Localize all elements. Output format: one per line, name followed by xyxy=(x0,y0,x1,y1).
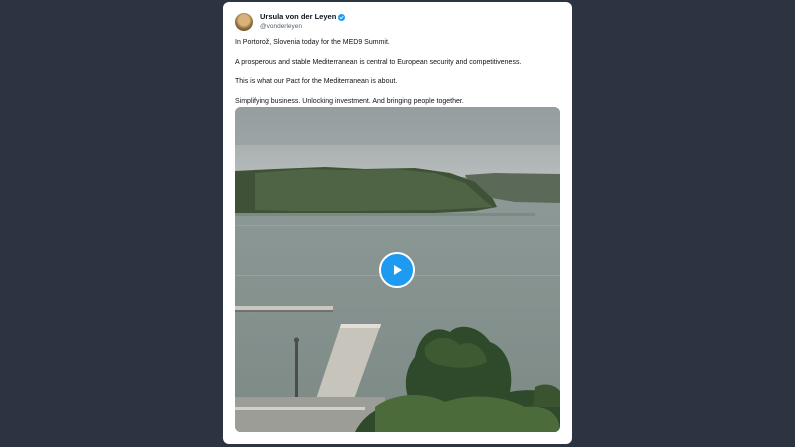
tweet-card[interactable]: Ursula von der Leyen @vonderleyen In Por… xyxy=(223,2,572,444)
author-handle[interactable]: @vonderleyen xyxy=(260,22,345,32)
verified-badge-icon xyxy=(338,13,346,21)
tweet-paragraph: In Portorož, Slovenia today for the MED9… xyxy=(235,39,390,46)
tweet-header: Ursula von der Leyen @vonderleyen xyxy=(235,12,346,32)
play-button[interactable] xyxy=(379,252,415,288)
video-player[interactable] xyxy=(235,107,560,432)
tweet-paragraph: A prosperous and stable Mediterranean is… xyxy=(235,58,522,66)
tweet-paragraph: This is what our Pact for the Mediterran… xyxy=(235,78,398,85)
author-display-name[interactable]: Ursula von der Leyen xyxy=(260,12,336,22)
author-block: Ursula von der Leyen @vonderleyen xyxy=(260,12,346,32)
tweet-text: In Portorož, Slovenia today for the MED9… xyxy=(235,39,560,117)
avatar[interactable] xyxy=(235,13,253,31)
tweet-paragraph: Simplifying business. Unlocking investme… xyxy=(235,97,464,105)
play-icon xyxy=(394,265,402,275)
